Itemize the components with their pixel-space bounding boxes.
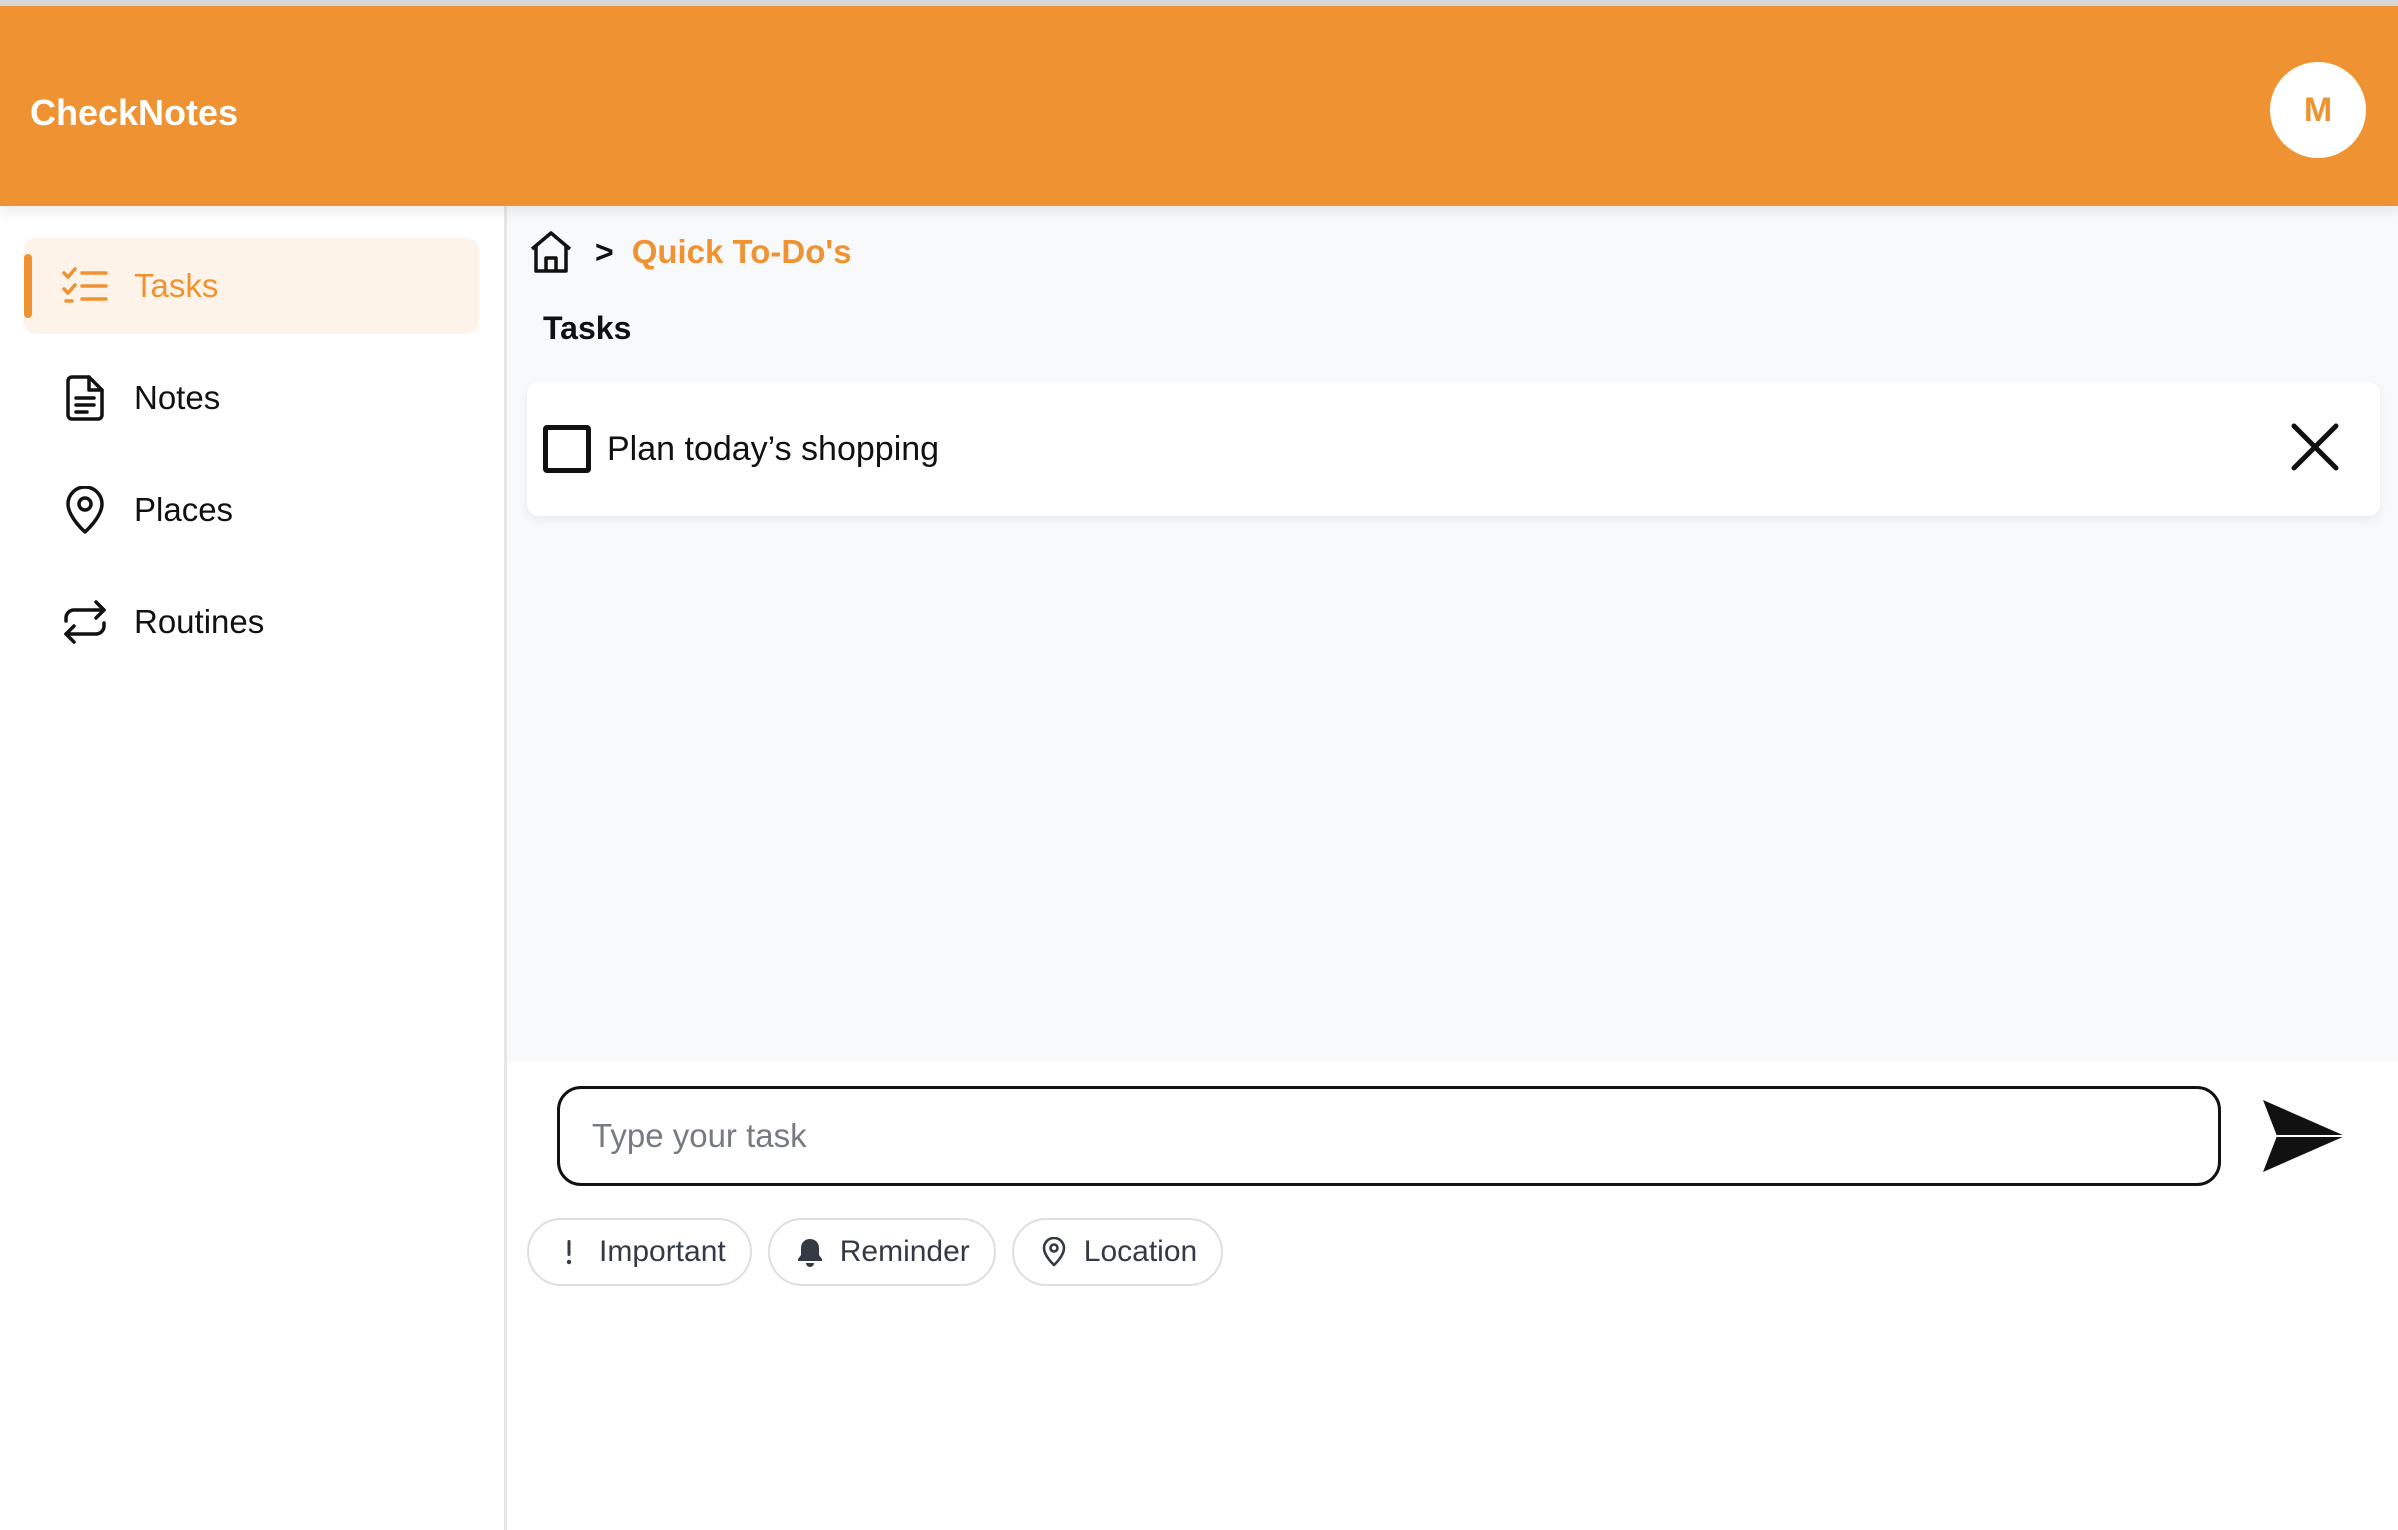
breadcrumb: > Quick To-Do's: [527, 224, 852, 280]
document-icon: [60, 373, 110, 423]
breadcrumb-separator: >: [595, 233, 614, 270]
task-input[interactable]: [557, 1086, 2221, 1186]
exclamation-icon: [553, 1236, 585, 1268]
task-list-icon: [60, 261, 110, 311]
main-content: > Quick To-Do's Tasks Plan today’s shopp…: [507, 206, 2398, 1530]
delete-task-button[interactable]: [2278, 410, 2352, 484]
map-pin-icon: [60, 485, 110, 535]
task-checkbox[interactable]: [543, 425, 591, 473]
location-chip[interactable]: Location: [1011, 1218, 1224, 1286]
home-icon[interactable]: [527, 228, 575, 276]
task-list-area: > Quick To-Do's Tasks Plan today’s shopp…: [507, 206, 2398, 1062]
top-bar: CheckNotes M: [0, 0, 2398, 206]
sidebar-item-notes[interactable]: Notes: [24, 350, 479, 446]
task-text: Plan today’s shopping: [607, 429, 940, 468]
bell-icon: [794, 1236, 826, 1268]
breadcrumb-current[interactable]: Quick To-Do's: [632, 233, 852, 271]
map-pin-icon: [1038, 1236, 1070, 1268]
chip-label: Location: [1083, 1235, 1198, 1268]
section-title: Tasks: [543, 310, 632, 346]
app-title: CheckNotes: [30, 92, 239, 133]
sidebar-item-tasks[interactable]: Tasks: [24, 238, 479, 334]
sidebar-item-routines[interactable]: Routines: [24, 574, 479, 670]
sidebar-item-label: Places: [134, 491, 234, 528]
app-root: CheckNotes M Tasks Notes Places Routines…: [0, 0, 2398, 1530]
sidebar-item-label: Tasks: [134, 267, 219, 304]
reminder-chip[interactable]: Reminder: [767, 1218, 996, 1286]
sidebar: Tasks Notes Places Routines: [0, 206, 507, 1530]
important-chip[interactable]: Important: [527, 1218, 752, 1286]
chip-label: Important: [599, 1235, 726, 1268]
send-button[interactable]: [2261, 1096, 2347, 1176]
task-options: Important Reminder Location: [527, 1218, 1224, 1286]
task-item: Plan today’s shopping: [527, 382, 2380, 516]
task-composer: [557, 1086, 2347, 1186]
repeat-icon: [60, 597, 110, 647]
user-avatar[interactable]: M: [2270, 62, 2366, 158]
sidebar-item-label: Routines: [134, 603, 265, 640]
sidebar-item-places[interactable]: Places: [24, 462, 479, 558]
sidebar-item-label: Notes: [134, 379, 221, 416]
chip-label: Reminder: [839, 1235, 970, 1268]
